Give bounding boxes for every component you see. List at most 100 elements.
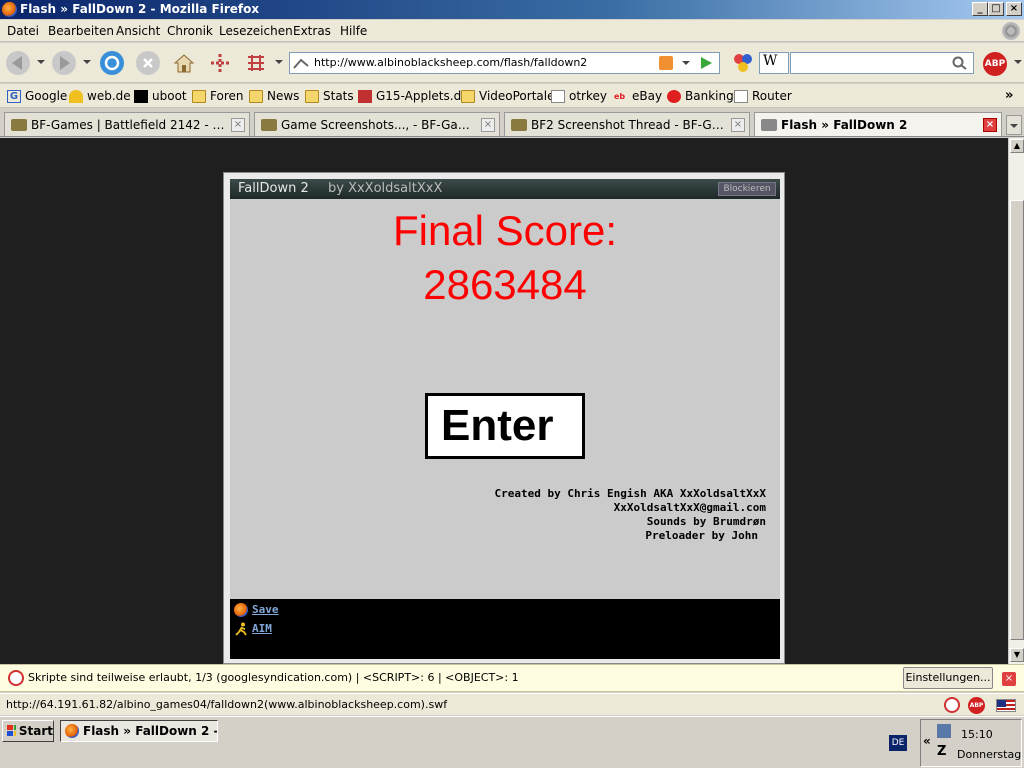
scrollbar-thumb[interactable]: [1010, 200, 1024, 640]
adblock-plus-button[interactable]: ABP: [983, 52, 1007, 76]
addon-dropdown[interactable]: [275, 60, 283, 64]
wikipedia-icon: W: [763, 53, 778, 69]
minimize-button[interactable]: _: [972, 2, 988, 16]
bookmark-ebay[interactable]: eb eBay: [614, 89, 662, 103]
window-titlebar[interactable]: Flash » FallDown 2 - Mozilla Firefox _ □…: [0, 0, 1024, 19]
adblock-icon: ABP: [984, 59, 1006, 69]
game-stage[interactable]: Final Score: 2863484 Enter Created by Ch…: [230, 199, 780, 599]
tab-close-icon[interactable]: ×: [231, 117, 245, 132]
reload-button[interactable]: [100, 51, 124, 75]
forward-button[interactable]: [52, 51, 76, 75]
system-tray: « Z 15:10 Donnerstag: [920, 719, 1022, 767]
noscript-message: Skripte sind teilweise erlaubt, 1/3 (goo…: [28, 671, 519, 684]
enter-button[interactable]: Enter: [425, 393, 585, 459]
addon-button-3[interactable]: [732, 52, 754, 74]
adblock-status-icon[interactable]: ABP: [968, 697, 985, 714]
tab-bf2-screenshot-thread[interactable]: BF2 Screenshot Thread - BF-Games.n... ×: [504, 112, 750, 136]
taskbar-item-firefox[interactable]: Flash » FallDown 2 - ...: [60, 720, 218, 742]
tab-bf-games-2142[interactable]: BF-Games | Battlefield 2142 - Battlefie.…: [4, 112, 250, 136]
home-icon: [173, 54, 195, 73]
network-icon[interactable]: [937, 724, 951, 738]
home-button[interactable]: [172, 51, 196, 75]
url-text: http://www.albinoblacksheep.com/flash/fa…: [314, 56, 588, 69]
address-bar[interactable]: http://www.albinoblacksheep.com/flash/fa…: [289, 52, 720, 74]
bookmark-foren[interactable]: Foren: [192, 89, 243, 103]
tab-game-screenshots[interactable]: Game Screenshots..., - BF-Games.net... ×: [254, 112, 500, 136]
site-favicon-icon: [293, 58, 309, 69]
bookmark-banking[interactable]: Banking: [667, 89, 734, 103]
tab-list-button[interactable]: [1006, 115, 1022, 135]
language-indicator[interactable]: DE: [889, 735, 907, 751]
credit-preloader: Preloader by John: [645, 529, 758, 542]
bookmark-webde[interactable]: web.de: [69, 89, 131, 103]
back-history-dropdown[interactable]: [37, 60, 45, 64]
menu-bearbeiten[interactable]: Bearbeiten: [48, 24, 114, 38]
addon-button-1[interactable]: [208, 51, 232, 75]
scroll-up-arrow-icon[interactable]: ▲: [1010, 139, 1024, 153]
bookmark-uboot[interactable]: uboot: [134, 89, 187, 103]
credit-line: Created by Chris Engish AKA XxXoldsaltXx…: [494, 487, 766, 500]
rss-feed-icon[interactable]: [659, 56, 673, 70]
maximize-button[interactable]: □: [988, 2, 1004, 16]
otrkey-icon: [551, 89, 565, 103]
windows-taskbar: Start Flash » FallDown 2 - ... DE « Z 15…: [0, 716, 1024, 768]
tab-close-icon[interactable]: ×: [481, 117, 495, 132]
stop-button[interactable]: [136, 51, 160, 75]
search-field[interactable]: W: [759, 52, 974, 74]
menu-chronik[interactable]: Chronik: [167, 24, 213, 38]
firefox-icon: [65, 724, 79, 738]
tab-close-icon[interactable]: ×: [731, 117, 745, 132]
colored-dots-icon: [734, 54, 752, 72]
bookmark-google[interactable]: G Google: [7, 89, 67, 103]
search-engine-selector[interactable]: W: [759, 52, 789, 74]
menu-datei[interactable]: Datei: [7, 24, 39, 38]
noscript-icon: [8, 670, 24, 686]
tab-label: Game Screenshots..., - BF-Games.net...: [281, 117, 477, 132]
tab-close-icon[interactable]: ×: [983, 117, 997, 132]
folder-icon: [249, 89, 263, 103]
bookmark-stats[interactable]: Stats: [305, 89, 354, 103]
bookmark-g15-applets[interactable]: G15-Applets.de: [358, 89, 469, 103]
forward-history-dropdown[interactable]: [83, 60, 91, 64]
adblock-dropdown[interactable]: [1014, 60, 1022, 64]
start-button[interactable]: Start: [2, 720, 54, 742]
tab-flash-falldown2[interactable]: Flash » FallDown 2 ×: [754, 112, 1002, 136]
bookmarks-toolbar: G Google web.de uboot Foren News Stats G…: [0, 84, 1024, 108]
throbber-icon: [1002, 22, 1020, 40]
bookmark-label: web.de: [87, 89, 131, 103]
notification-close-icon[interactable]: ×: [1002, 672, 1016, 686]
uboot-icon: [134, 89, 148, 103]
addon-button-2[interactable]: [244, 51, 268, 75]
us-flag-icon[interactable]: [996, 699, 1016, 712]
noscript-status-icon[interactable]: [944, 697, 960, 713]
folder-icon: [192, 89, 206, 103]
clock-time[interactable]: 15:10: [961, 728, 993, 741]
stop-icon: [143, 58, 153, 68]
bookmark-label: VideoPortale: [479, 89, 555, 103]
bookmarks-overflow-chevron[interactable]: »: [1005, 88, 1013, 103]
save-link[interactable]: Save: [252, 603, 279, 616]
menu-ansicht[interactable]: Ansicht: [116, 24, 160, 38]
block-flash-button[interactable]: Blockieren: [718, 182, 776, 196]
menu-extras[interactable]: Extras: [293, 24, 331, 38]
search-button[interactable]: [951, 55, 969, 71]
back-button[interactable]: [6, 51, 30, 75]
bookmark-router[interactable]: Router: [734, 89, 792, 103]
tab-label: BF2 Screenshot Thread - BF-Games.n...: [531, 117, 727, 132]
bookmark-news[interactable]: News: [249, 89, 299, 103]
menu-hilfe[interactable]: Hilfe: [340, 24, 367, 38]
noscript-settings-button[interactable]: Einstellungen...: [903, 667, 993, 689]
scroll-down-arrow-icon[interactable]: ▼: [1010, 648, 1024, 662]
bookmark-videoportale[interactable]: VideoPortale: [461, 89, 554, 103]
menu-lesezeichen[interactable]: Lesezeichen: [219, 24, 293, 38]
tray-expand-chevron[interactable]: «: [923, 734, 931, 748]
z-app-icon[interactable]: Z: [937, 744, 951, 760]
url-history-dropdown[interactable]: [682, 61, 690, 65]
forward-arrow-icon: [60, 56, 70, 70]
bf-games-favicon-icon: [11, 118, 27, 131]
vertical-scrollbar[interactable]: ▲ ▼: [1008, 138, 1024, 664]
aim-link[interactable]: AIM: [252, 622, 272, 635]
bookmark-otrkey[interactable]: otrkey: [551, 89, 607, 103]
go-button[interactable]: [698, 55, 714, 71]
close-window-button[interactable]: ×: [1006, 2, 1022, 16]
